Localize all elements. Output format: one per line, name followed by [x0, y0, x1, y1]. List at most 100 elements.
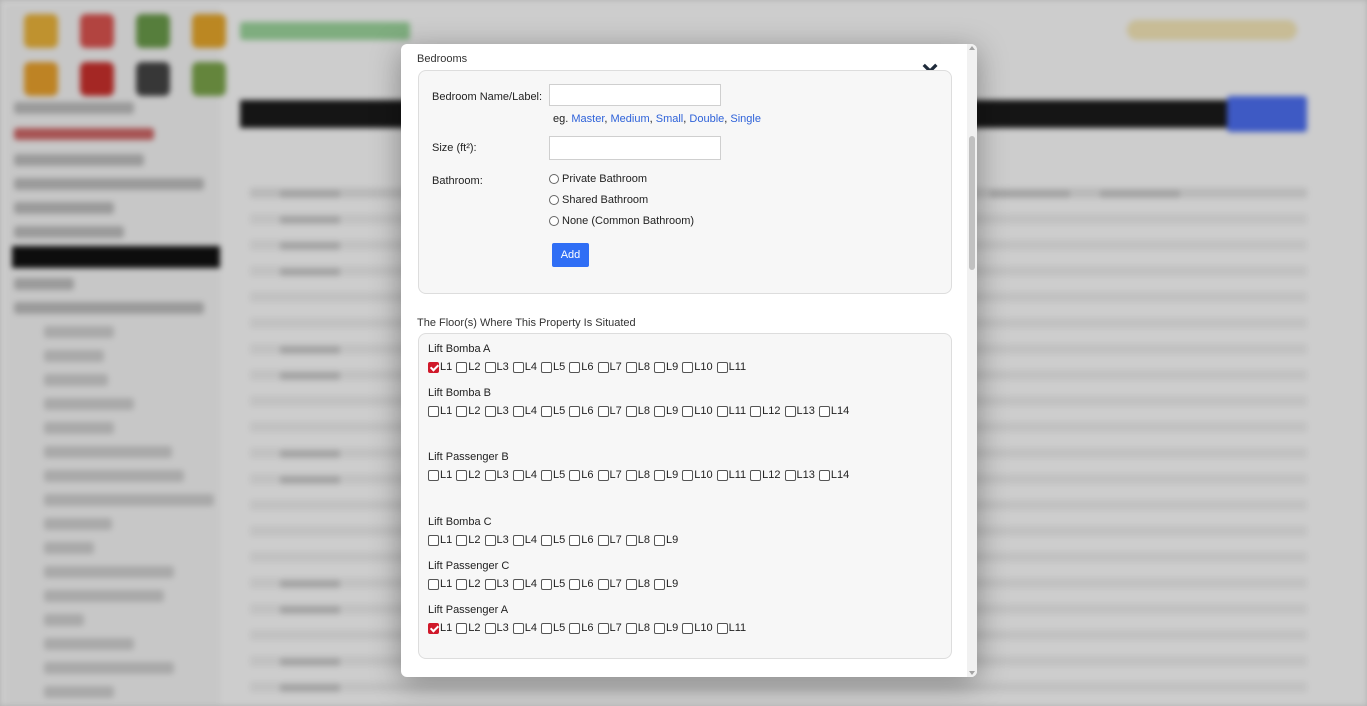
level-checkbox-l9[interactable]: L9	[654, 578, 678, 590]
checkbox[interactable]	[541, 534, 552, 546]
checkbox[interactable]	[716, 405, 728, 417]
checkbox[interactable]	[597, 469, 609, 481]
scroll-up-arrow-icon[interactable]	[969, 46, 975, 50]
checkbox[interactable]	[512, 578, 524, 590]
level-checkbox-l1[interactable]: L1	[428, 622, 452, 634]
level-checkbox-l4[interactable]: L4	[512, 361, 537, 373]
checkbox[interactable]	[541, 469, 552, 481]
level-checkbox-l8[interactable]: L8	[625, 578, 650, 590]
checkbox[interactable]	[541, 361, 552, 373]
level-checkbox-l1[interactable]: L1	[428, 405, 452, 417]
radio-circle[interactable]	[549, 195, 559, 205]
level-checkbox-l10[interactable]: L10	[682, 469, 713, 481]
level-checkbox-l5[interactable]: L5	[541, 534, 565, 546]
level-checkbox-l3[interactable]: L3	[484, 469, 509, 481]
level-checkbox-l7[interactable]: L7	[597, 469, 622, 481]
level-checkbox-l5[interactable]: L5	[541, 622, 565, 634]
checkbox[interactable]	[456, 534, 468, 546]
level-checkbox-l8[interactable]: L8	[625, 405, 650, 417]
radio-shared-bathroom[interactable]: Shared Bathroom	[549, 194, 648, 206]
example-link-single[interactable]: Single	[730, 113, 761, 125]
example-link-master[interactable]: Master	[571, 113, 604, 125]
level-checkbox-l9[interactable]: L9	[654, 405, 678, 417]
level-checkbox-l6[interactable]: L6	[569, 622, 594, 634]
example-link-small[interactable]: Small	[656, 113, 684, 125]
level-checkbox-l9[interactable]: L9	[654, 622, 678, 634]
level-checkbox-l7[interactable]: L7	[597, 405, 622, 417]
level-checkbox-l2[interactable]: L2	[456, 534, 481, 546]
level-checkbox-l11[interactable]: L11	[716, 622, 746, 634]
level-checkbox-l9[interactable]: L9	[654, 469, 678, 481]
level-checkbox-l4[interactable]: L4	[512, 622, 537, 634]
add-bedroom-button[interactable]: Add	[552, 243, 589, 267]
level-checkbox-l1[interactable]: L1	[428, 469, 452, 481]
checkbox[interactable]	[456, 469, 468, 481]
level-checkbox-l11[interactable]: L11	[716, 469, 746, 481]
level-checkbox-l4[interactable]: L4	[512, 469, 537, 481]
checkbox[interactable]	[716, 622, 728, 634]
level-checkbox-l2[interactable]: L2	[456, 469, 481, 481]
size-input[interactable]	[549, 136, 721, 160]
checkbox[interactable]	[682, 469, 694, 481]
checkbox[interactable]	[716, 469, 728, 481]
checkbox[interactable]	[625, 469, 637, 481]
checkbox[interactable]	[597, 361, 609, 373]
level-checkbox-l2[interactable]: L2	[456, 578, 481, 590]
checkbox[interactable]	[512, 361, 524, 373]
checkbox[interactable]	[784, 405, 796, 417]
level-checkbox-l4[interactable]: L4	[512, 405, 537, 417]
level-checkbox-l14[interactable]: L14	[818, 469, 849, 481]
level-checkbox-l7[interactable]: L7	[597, 622, 622, 634]
level-checkbox-l2[interactable]: L2	[456, 361, 481, 373]
checkbox[interactable]	[569, 361, 581, 373]
level-checkbox-l3[interactable]: L3	[484, 622, 509, 634]
checkbox[interactable]	[512, 622, 524, 634]
checkbox[interactable]	[716, 361, 728, 373]
checkbox[interactable]	[654, 361, 665, 373]
level-checkbox-l7[interactable]: L7	[597, 361, 622, 373]
checkbox[interactable]	[625, 622, 637, 634]
level-checkbox-l1[interactable]: L1	[428, 578, 452, 590]
level-checkbox-l3[interactable]: L3	[484, 405, 509, 417]
checkbox[interactable]	[484, 622, 496, 634]
level-checkbox-l8[interactable]: L8	[625, 361, 650, 373]
level-checkbox-l1[interactable]: L1	[428, 534, 452, 546]
checkbox[interactable]	[654, 578, 665, 590]
level-checkbox-l10[interactable]: L10	[682, 405, 713, 417]
checkbox[interactable]	[541, 578, 552, 590]
level-checkbox-l13[interactable]: L13	[784, 405, 815, 417]
checkbox[interactable]	[456, 361, 468, 373]
modal-scrollbar[interactable]	[967, 44, 977, 677]
level-checkbox-l7[interactable]: L7	[597, 578, 622, 590]
level-checkbox-l11[interactable]: L11	[716, 361, 746, 373]
checkbox[interactable]	[682, 405, 694, 417]
level-checkbox-l4[interactable]: L4	[512, 534, 537, 546]
checkbox[interactable]	[569, 534, 581, 546]
level-checkbox-l7[interactable]: L7	[597, 534, 622, 546]
checkbox[interactable]	[625, 534, 637, 546]
checkbox[interactable]	[625, 405, 637, 417]
checkbox[interactable]	[428, 534, 439, 546]
checkbox[interactable]	[569, 578, 581, 590]
level-checkbox-l9[interactable]: L9	[654, 534, 678, 546]
checkbox[interactable]	[569, 622, 581, 634]
level-checkbox-l9[interactable]: L9	[654, 361, 678, 373]
level-checkbox-l14[interactable]: L14	[818, 405, 849, 417]
checkbox[interactable]	[750, 469, 762, 481]
checkbox[interactable]	[597, 534, 609, 546]
level-checkbox-l5[interactable]: L5	[541, 578, 565, 590]
checkbox[interactable]	[784, 469, 796, 481]
level-checkbox-l3[interactable]: L3	[484, 361, 509, 373]
checkbox[interactable]	[456, 578, 468, 590]
checkbox[interactable]	[625, 578, 637, 590]
level-checkbox-l4[interactable]: L4	[512, 578, 537, 590]
checkbox[interactable]	[654, 534, 665, 546]
radio-circle[interactable]	[549, 174, 559, 184]
radio-circle[interactable]	[549, 216, 559, 226]
level-checkbox-l3[interactable]: L3	[484, 578, 509, 590]
checkbox[interactable]	[484, 405, 496, 417]
checkbox[interactable]	[654, 622, 665, 634]
radio-no-bathroom[interactable]: None (Common Bathroom)	[549, 215, 694, 227]
checkbox[interactable]	[484, 361, 496, 373]
level-checkbox-l6[interactable]: L6	[569, 534, 594, 546]
